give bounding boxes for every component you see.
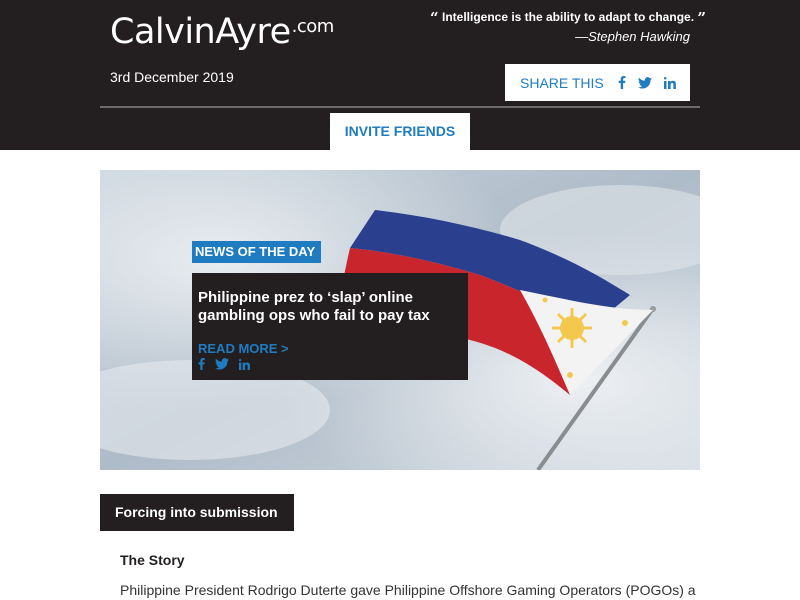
facebook-icon[interactable] bbox=[198, 358, 205, 370]
email-header: CalvinAyre.com “ Intelligence is the abi… bbox=[0, 0, 800, 150]
facebook-icon[interactable] bbox=[618, 76, 626, 89]
headline-title[interactable]: Philippine prez to ‘slap’ online gamblin… bbox=[198, 289, 462, 325]
linkedin-icon[interactable] bbox=[663, 76, 676, 89]
close-quote-icon: ” bbox=[697, 9, 707, 27]
logo-wordmark: CalvinAyre bbox=[110, 12, 291, 52]
quote-text: Intelligence is the ability to adapt to … bbox=[441, 10, 695, 24]
share-this-label: SHARE THIS bbox=[520, 74, 604, 91]
story-heading: The Story bbox=[120, 552, 185, 568]
section-title-tab: Forcing into submission bbox=[100, 494, 294, 531]
logo-dotcom: .com bbox=[291, 16, 335, 37]
issue-date: 3rd December 2019 bbox=[110, 69, 234, 85]
twitter-icon[interactable] bbox=[637, 76, 652, 89]
quote-author: —Stephen Hawking bbox=[575, 29, 690, 44]
linkedin-icon[interactable] bbox=[239, 358, 250, 370]
invite-friends-button[interactable]: INVITE FRIENDS bbox=[330, 113, 470, 150]
headline-card: Philippine prez to ‘slap’ online gamblin… bbox=[192, 273, 468, 380]
read-more-link[interactable]: READ MORE > bbox=[198, 341, 462, 356]
story-paragraph: Philippine President Rodrigo Duterte gav… bbox=[120, 582, 696, 598]
quote-text-line: “ Intelligence is the ability to adapt t… bbox=[430, 9, 706, 27]
news-of-the-day-tag: NEWS OF THE DAY bbox=[192, 241, 322, 263]
header-divider bbox=[100, 106, 700, 108]
calvinayre-logo[interactable]: CalvinAyre.com bbox=[110, 12, 334, 52]
headline-social-icons bbox=[198, 358, 462, 370]
share-bar: SHARE THIS bbox=[505, 64, 690, 101]
open-quote-icon: “ bbox=[430, 9, 439, 27]
header-quote: “ Intelligence is the ability to adapt t… bbox=[430, 9, 706, 44]
twitter-icon[interactable] bbox=[215, 358, 229, 370]
